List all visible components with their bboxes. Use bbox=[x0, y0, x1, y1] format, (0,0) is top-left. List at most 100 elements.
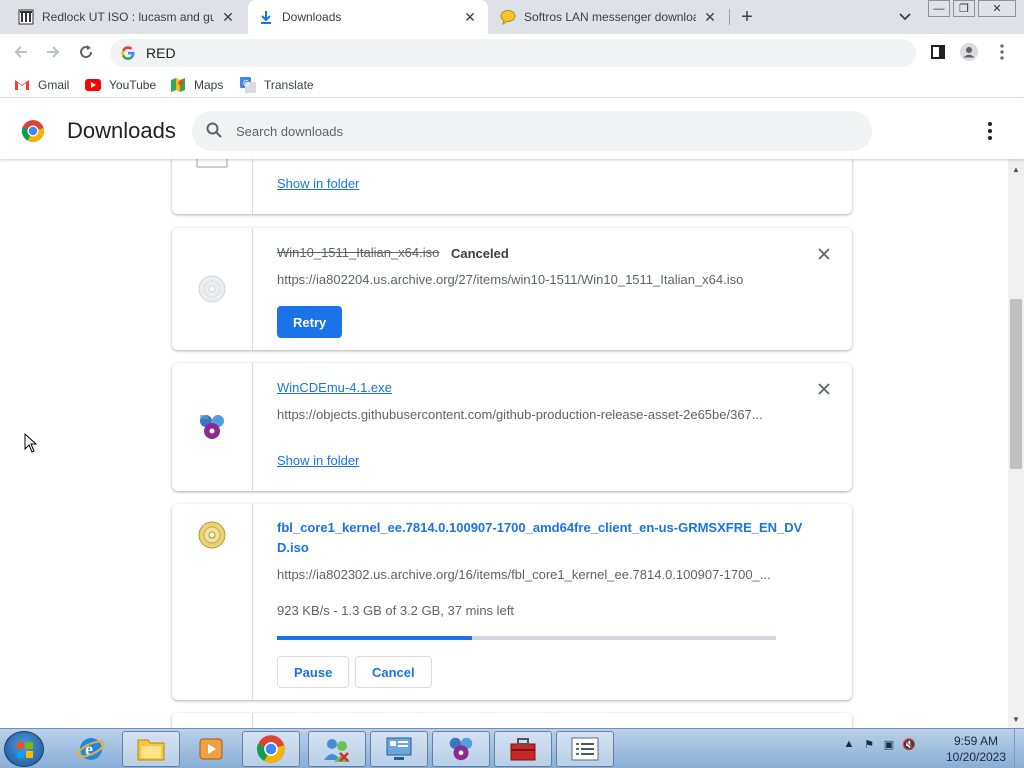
show-hidden-icons-icon[interactable]: ▲ bbox=[842, 737, 856, 751]
file-name: Win10_1511_Italian_x64.iso bbox=[277, 245, 440, 260]
network-users-icon[interactable] bbox=[308, 731, 366, 767]
tab-title: Redlock UT ISO : lucasm and gus bbox=[42, 10, 214, 24]
reload-button[interactable] bbox=[75, 41, 97, 63]
scrollbar-thumb[interactable] bbox=[1010, 299, 1022, 469]
archive-icon bbox=[18, 9, 34, 25]
download-card: WinCDEmu-4.1.exe https://objects.githubu… bbox=[172, 363, 852, 491]
download-card: Show in folder bbox=[172, 159, 852, 214]
scrollbar[interactable]: ▲ ▼ bbox=[1008, 159, 1024, 728]
side-panel-icon[interactable] bbox=[928, 42, 948, 62]
status-label: Canceled bbox=[451, 246, 509, 261]
chrome-taskbar-icon[interactable] bbox=[242, 731, 300, 767]
bookmark-maps[interactable]: Maps bbox=[170, 76, 223, 94]
disc-icon bbox=[196, 273, 228, 305]
tab-softros[interactable]: Softros LAN messenger downloa ✕ bbox=[490, 0, 728, 34]
minimize-button[interactable]: — bbox=[928, 0, 950, 17]
chevron-down-icon[interactable] bbox=[896, 9, 914, 25]
disc-icon bbox=[196, 519, 228, 551]
mouse-cursor-icon bbox=[24, 432, 38, 456]
bookmark-label: Gmail bbox=[38, 78, 70, 92]
wincdemu-icon bbox=[196, 411, 228, 443]
close-icon[interactable] bbox=[816, 381, 832, 397]
show-desktop-button[interactable] bbox=[1014, 729, 1024, 768]
task-list-icon[interactable] bbox=[556, 731, 614, 767]
forward-button[interactable] bbox=[42, 41, 64, 63]
bookmark-gmail[interactable]: Gmail bbox=[14, 76, 69, 94]
close-icon[interactable]: ✕ bbox=[462, 9, 478, 25]
show-in-folder-link[interactable]: Show in folder bbox=[277, 176, 359, 191]
bookmark-label: YouTube bbox=[109, 78, 157, 92]
tab-downloads[interactable]: Downloads ✕ bbox=[248, 0, 488, 34]
icon-column bbox=[172, 713, 253, 728]
downloads-list: Show in folder Win10_1511_Italian_x64.is… bbox=[0, 159, 1008, 728]
media-player-icon[interactable] bbox=[182, 731, 240, 767]
file-name-line2[interactable]: D.iso bbox=[277, 538, 309, 558]
translate-icon: G bbox=[240, 77, 256, 93]
close-icon[interactable]: ✕ bbox=[220, 9, 236, 25]
show-in-folder-link[interactable]: Show in folder bbox=[277, 453, 359, 468]
download-card bbox=[172, 713, 852, 728]
file-explorer-icon[interactable] bbox=[122, 731, 180, 767]
file-url: https://ia802302.us.archive.org/16/items… bbox=[277, 567, 771, 582]
address-bar[interactable]: RED bbox=[110, 39, 916, 67]
file-name[interactable]: fbl_core1_kernel_ee.7814.0.100907-1700_a… bbox=[277, 518, 802, 538]
page-title: Downloads bbox=[67, 118, 176, 143]
tab-separator bbox=[729, 9, 730, 25]
toolbox-icon[interactable] bbox=[494, 731, 552, 767]
file-name-link[interactable]: WinCDEmu-4.1.exe bbox=[277, 378, 392, 398]
icon-column bbox=[172, 228, 253, 350]
more-actions-icon[interactable] bbox=[980, 120, 1000, 142]
close-window-button[interactable]: ✕ bbox=[978, 0, 1016, 17]
wincdemu-taskbar-icon[interactable] bbox=[432, 731, 490, 767]
network-icon[interactable]: ▣ bbox=[882, 737, 896, 751]
maps-icon bbox=[170, 77, 186, 93]
pause-button[interactable]: Pause bbox=[277, 656, 350, 688]
clock-time: 9:59 AM bbox=[953, 734, 999, 748]
internet-explorer-icon[interactable]: e bbox=[62, 731, 120, 767]
search-input[interactable] bbox=[236, 123, 796, 139]
download-icon bbox=[258, 9, 274, 25]
toolbar: RED bbox=[0, 34, 1024, 70]
gmail-icon bbox=[14, 77, 30, 93]
retry-button[interactable]: Retry bbox=[277, 306, 343, 338]
progress-fill bbox=[277, 636, 472, 640]
file-url: https://ia802204.us.archive.org/27/items… bbox=[277, 272, 744, 287]
svg-text:G: G bbox=[243, 79, 249, 88]
new-tab-button[interactable]: + bbox=[736, 6, 758, 28]
google-g-icon bbox=[120, 45, 136, 61]
youtube-icon bbox=[85, 77, 101, 93]
downloads-header: Downloads bbox=[0, 102, 1024, 159]
bookmark-label: Maps bbox=[194, 78, 224, 92]
close-icon[interactable]: ✕ bbox=[702, 9, 718, 25]
file-icon bbox=[196, 159, 228, 179]
back-button[interactable] bbox=[10, 41, 32, 63]
icon-column bbox=[172, 159, 253, 214]
search-icon bbox=[206, 122, 222, 141]
taskbar: e ▲ ⚑ ▣ 🔇 9:59 AM 10/20/2023 bbox=[0, 728, 1024, 768]
tab-redlock[interactable]: Redlock UT ISO : lucasm and gus ✕ bbox=[8, 0, 246, 34]
omnibox-text: RED bbox=[146, 45, 176, 61]
tab-title: Softros LAN messenger downloa bbox=[524, 10, 696, 24]
bookmark-translate[interactable]: G Translate bbox=[240, 76, 314, 94]
bookmarks-bar: Gmail YouTube Maps G Translate bbox=[0, 70, 1024, 98]
system-tray: ▲ ⚑ ▣ 🔇 bbox=[842, 737, 916, 751]
progress-bar bbox=[277, 636, 776, 640]
flag-icon[interactable]: ⚑ bbox=[862, 737, 876, 751]
volume-muted-icon[interactable]: 🔇 bbox=[902, 737, 916, 751]
clock[interactable]: 9:59 AM 10/20/2023 bbox=[936, 733, 1016, 765]
profile-icon[interactable] bbox=[959, 42, 979, 62]
start-button[interactable] bbox=[4, 731, 44, 767]
tab-title: Downloads bbox=[282, 10, 342, 24]
menu-kebab-icon[interactable] bbox=[992, 42, 1012, 62]
scroll-down-icon[interactable]: ▼ bbox=[1012, 715, 1020, 724]
cancel-button[interactable]: Cancel bbox=[355, 656, 432, 688]
search-downloads-box[interactable] bbox=[192, 111, 872, 151]
remote-desktop-icon[interactable] bbox=[370, 731, 428, 767]
chat-bubble-icon bbox=[500, 9, 516, 25]
icon-column bbox=[172, 504, 253, 700]
clock-date: 10/20/2023 bbox=[945, 750, 1007, 764]
close-icon[interactable] bbox=[816, 246, 832, 262]
restore-button[interactable]: ❐ bbox=[953, 0, 975, 17]
bookmark-youtube[interactable]: YouTube bbox=[85, 76, 156, 94]
scroll-up-icon[interactable]: ▲ bbox=[1012, 165, 1020, 174]
